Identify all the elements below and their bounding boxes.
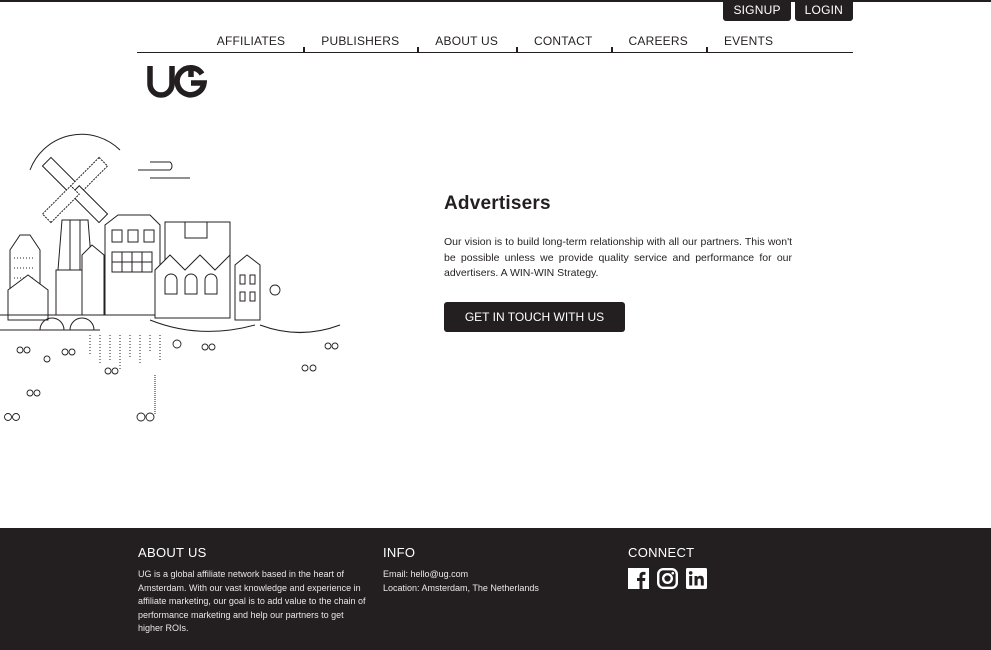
footer: ABOUT US UG is a global affiliate networ… bbox=[0, 528, 991, 650]
footer-about-heading: ABOUT US bbox=[138, 545, 207, 560]
amsterdam-skyline-illustration bbox=[0, 133, 341, 422]
social-links bbox=[628, 568, 828, 589]
nav-item-about-us[interactable]: ABOUT US bbox=[417, 30, 516, 53]
facebook-icon[interactable] bbox=[628, 568, 649, 589]
login-button[interactable]: LOGIN bbox=[794, 0, 853, 21]
linkedin-icon[interactable] bbox=[686, 568, 707, 589]
page-title: Advertisers bbox=[444, 193, 551, 214]
footer-connect: CONNECT bbox=[628, 545, 828, 589]
nav-item-contact[interactable]: CONTACT bbox=[516, 30, 611, 53]
signup-button[interactable]: SIGNUP bbox=[723, 0, 791, 21]
ug-logo[interactable] bbox=[147, 64, 207, 98]
auth-buttons: SIGNUP LOGIN bbox=[723, 0, 853, 21]
footer-location: Location: Amsterdam, The Netherlands bbox=[383, 582, 539, 593]
nav-item-affiliates[interactable]: AFFILIATES bbox=[199, 30, 303, 52]
nav-item-careers[interactable]: CAREERS bbox=[610, 30, 706, 53]
advertisers-section: Advertisers Our vision is to build long-… bbox=[444, 193, 792, 332]
instagram-icon[interactable] bbox=[657, 568, 678, 589]
footer-about: ABOUT US UG is a global affiliate networ… bbox=[138, 545, 368, 636]
get-in-touch-button[interactable]: GET IN TOUCH WITH US bbox=[444, 301, 625, 332]
footer-email[interactable]: Email: hello@ug.com bbox=[383, 568, 583, 582]
footer-info-heading: INFO bbox=[383, 545, 416, 560]
footer-connect-heading: CONNECT bbox=[628, 545, 695, 560]
page-description: Our vision is to build long-term relatio… bbox=[444, 236, 792, 279]
footer-info: INFO Email: hello@ug.com Location: Amste… bbox=[383, 545, 583, 595]
nav-item-publishers[interactable]: PUBLISHERS bbox=[303, 30, 417, 53]
nav-item-events[interactable]: EVENTS bbox=[705, 30, 791, 53]
footer-about-text: UG is a global affiliate network based i… bbox=[138, 569, 366, 633]
main-nav: AFFILIATES PUBLISHERS ABOUT US CONTACT C… bbox=[137, 30, 853, 53]
